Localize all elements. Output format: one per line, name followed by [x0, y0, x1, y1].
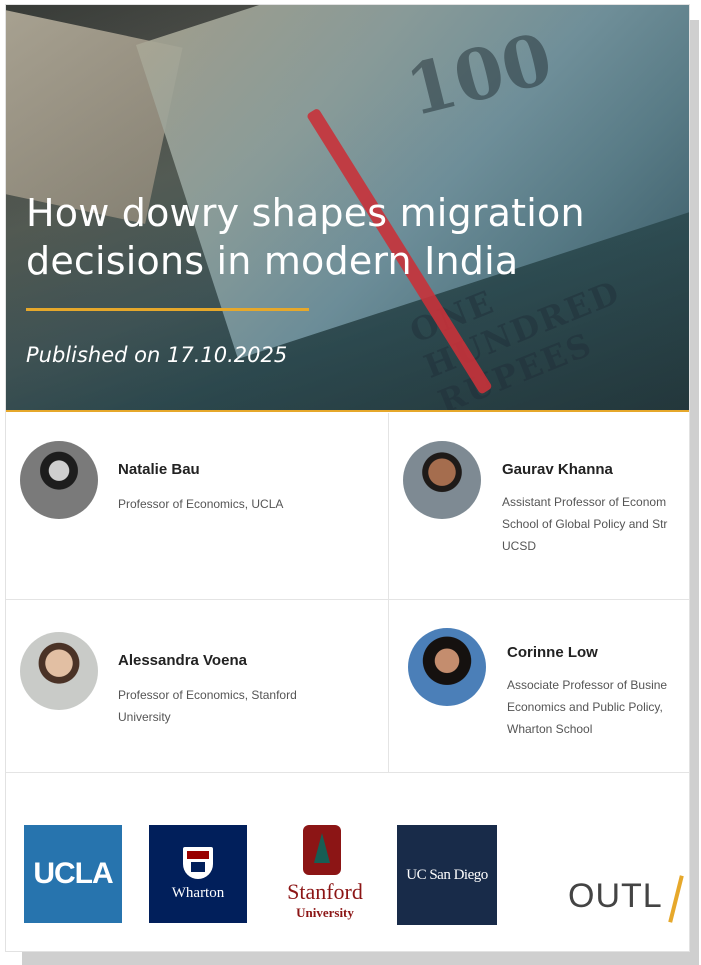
outlier-logo[interactable]: OUTL — [568, 877, 663, 916]
ucsd-logo[interactable]: UC San Diego — [397, 825, 497, 925]
avatar — [20, 441, 98, 519]
avatar — [403, 441, 481, 519]
outlier-slash-icon — [668, 875, 684, 923]
wharton-wordmark: Wharton — [171, 885, 225, 901]
author-name[interactable]: Corinne Low — [507, 644, 598, 661]
author-card[interactable]: Corinne Low Associate Professor of Busin… — [389, 600, 689, 773]
hero-banner: 100 ONE HUNDRED RUPEES How dowry shapes … — [6, 5, 689, 412]
author-card[interactable]: Natalie Bau Professor of Economics, UCLA — [6, 413, 389, 600]
author-card[interactable]: Gaurav Khanna Assistant Professor of Eco… — [389, 413, 689, 600]
wharton-shield-icon — [183, 847, 213, 879]
hero-bottom-border — [6, 410, 689, 412]
author-role: Professor of Economics, Stanford Univers… — [118, 688, 297, 724]
stanford-subtitle: University — [296, 905, 354, 920]
avatar — [20, 632, 98, 710]
stanford-wordmark: Stanford — [287, 879, 363, 904]
article-page: 100 ONE HUNDRED RUPEES How dowry shapes … — [5, 4, 690, 952]
stanford-tree-icon — [314, 833, 330, 863]
article-title: How dowry shapes migration decisions in … — [26, 191, 585, 283]
author-role: Professor of Economics, UCLA — [118, 497, 284, 511]
published-date: Published on 17.10.2025 — [26, 343, 288, 367]
author-role: Assistant Professor of Econom School of … — [502, 495, 668, 553]
avatar — [408, 628, 486, 706]
author-role: Associate Professor of Busine Economics … — [507, 678, 668, 736]
author-name[interactable]: Gaurav Khanna — [502, 461, 613, 478]
title-underline — [26, 308, 309, 311]
institution-logos: UCLA Wharton Stanford University UC San … — [6, 805, 689, 945]
author-card[interactable]: Alessandra Voena Professor of Economics,… — [6, 600, 389, 773]
author-name[interactable]: Natalie Bau — [118, 461, 200, 478]
wharton-logo[interactable]: Wharton — [149, 825, 247, 923]
ucla-logo[interactable]: UCLA — [24, 825, 122, 923]
author-name[interactable]: Alessandra Voena — [118, 652, 247, 669]
stanford-logo[interactable]: Stanford University — [276, 825, 374, 925]
